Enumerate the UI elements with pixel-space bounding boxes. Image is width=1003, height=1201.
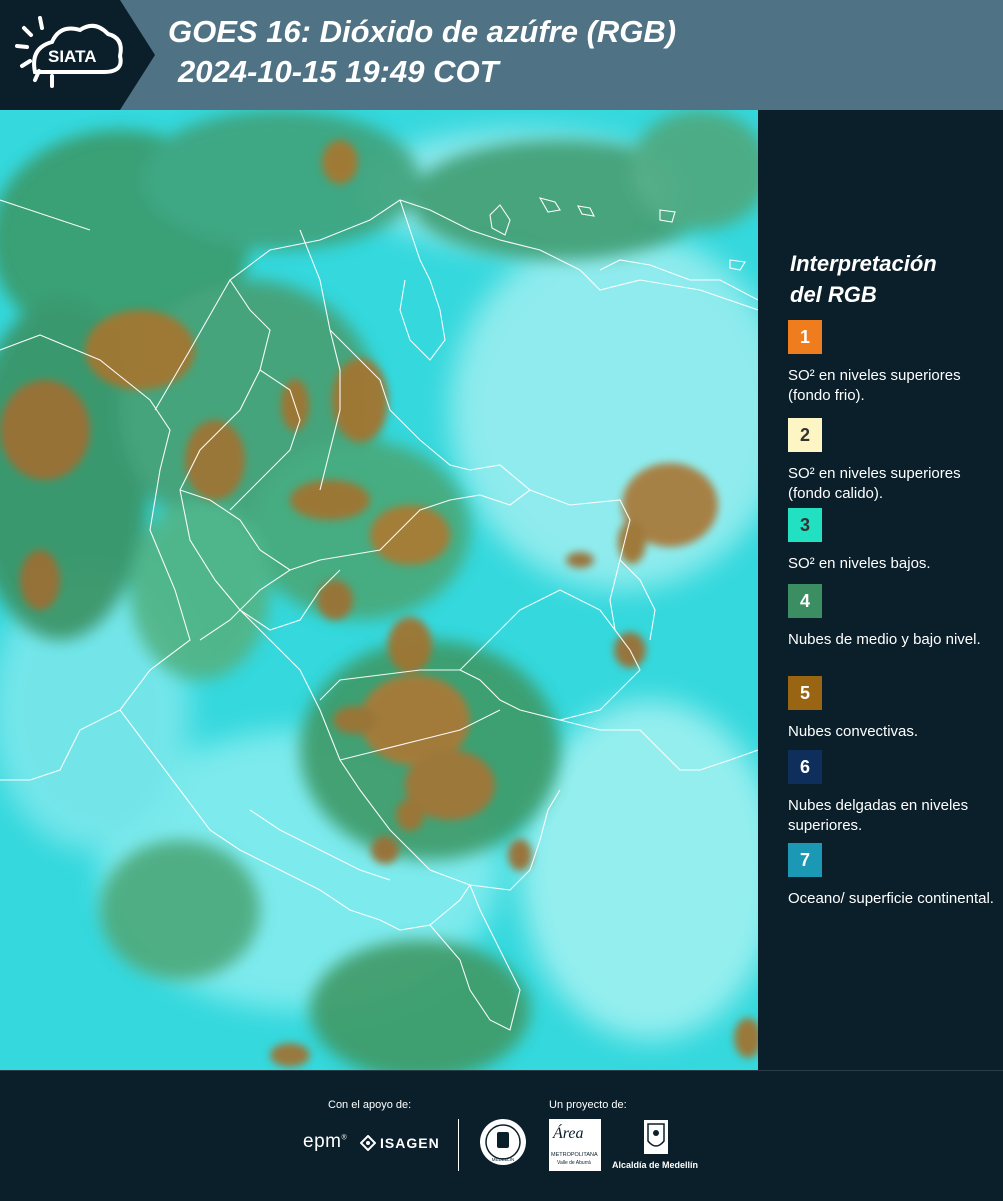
siata-logo-text: SIATA (48, 47, 96, 66)
legend-item-1: 1 SO² en niveles superiores (fondo frio)… (788, 320, 998, 406)
legend-swatch-number: 3 (799, 514, 810, 535)
legend-item-5: 5 Nubes convectivas. (788, 676, 998, 742)
legend-title-line1: Interpretación (790, 251, 937, 276)
legend-swatch: 1 (788, 320, 822, 354)
support-caption: Con el apoyo de: (328, 1099, 412, 1111)
legend-swatch: 2 (788, 418, 822, 452)
footer-divider (458, 1119, 459, 1171)
legend-label: Nubes delgadas en niveles superiores. (788, 797, 969, 834)
area-logo-text: Área (553, 1125, 584, 1142)
legend-swatch: 7 (788, 843, 822, 877)
legend-swatch: 3 (788, 508, 822, 542)
isagen-icon (359, 1134, 377, 1152)
legend-label: SO² en niveles superiores (fondo calido)… (788, 465, 961, 502)
legend-swatch: 4 (788, 584, 822, 618)
legend-item-6: 6 Nubes delgadas en niveles superiores. (788, 750, 998, 836)
legend-swatch: 6 (788, 750, 822, 784)
svg-text:MEDELLÍN: MEDELLÍN (492, 1156, 515, 1162)
alcaldia-shield-icon (643, 1119, 669, 1155)
legend-swatch-number: 2 (799, 424, 810, 445)
area-metropolitana-logo: Área METROPOLITANA Valle de Aburrá (549, 1119, 601, 1171)
legend-item-2: 2 SO² en niveles superiores (fondo calid… (788, 418, 998, 505)
timestamp: 2024-10-15 19:49 COT (178, 54, 499, 89)
legend-swatch-number: 7 (799, 849, 810, 870)
legend-swatch-number: 1 (799, 326, 810, 347)
legend-swatch-number: 4 (799, 590, 810, 611)
legend-label: Nubes de medio y bajo nivel. (788, 631, 981, 648)
page-title: GOES 16: Dióxido de azúfre (RGB) (168, 14, 677, 49)
isagen-logo: ISAGEN (380, 1135, 440, 1151)
legend-title-line2: del RGB (790, 282, 877, 307)
legend-item-4: 4 Nubes de medio y bajo nivel. (788, 584, 998, 650)
alcaldia-text: Alcaldía de Medellín (612, 1160, 699, 1170)
legend-label: SO² en niveles bajos. (788, 555, 931, 572)
siata-logo: SIATA (0, 0, 155, 110)
header-bar: SIATA GOES 16: Dióxido de azúfre (RGB) 2… (0, 0, 1003, 110)
legend-panel: Interpretación del RGB 1 SO² en niveles … (760, 110, 1003, 1070)
epm-logo-text: epm (303, 1131, 342, 1152)
legend-label: Oceano/ superficie continental. (788, 890, 994, 907)
legend-swatch-number: 6 (799, 756, 810, 777)
valle-text: Valle de Aburrá (557, 1160, 591, 1166)
legend-label: SO² en niveles superiores (fondo frio). (788, 367, 961, 404)
legend-item-7: 7 Oceano/ superficie continental. (788, 843, 998, 909)
legend-swatch: 5 (788, 676, 822, 710)
project-caption: Un proyecto de: (549, 1099, 627, 1111)
medellin-seal: MEDELLÍN (478, 1117, 528, 1167)
legend-label: Nubes convectivas. (788, 723, 919, 740)
legend-swatch-number: 5 (799, 682, 810, 703)
legend-item-3: 3 SO² en niveles bajos. (788, 508, 998, 574)
metropolitana-text: METROPOLITANA (551, 1152, 598, 1158)
epm-logo: epm® (303, 1131, 348, 1152)
footer: Con el apoyo de: Un proyecto de: epm® IS… (0, 1070, 1003, 1201)
satellite-map (0, 110, 758, 1070)
legend-title: Interpretación del RGB (790, 248, 990, 310)
